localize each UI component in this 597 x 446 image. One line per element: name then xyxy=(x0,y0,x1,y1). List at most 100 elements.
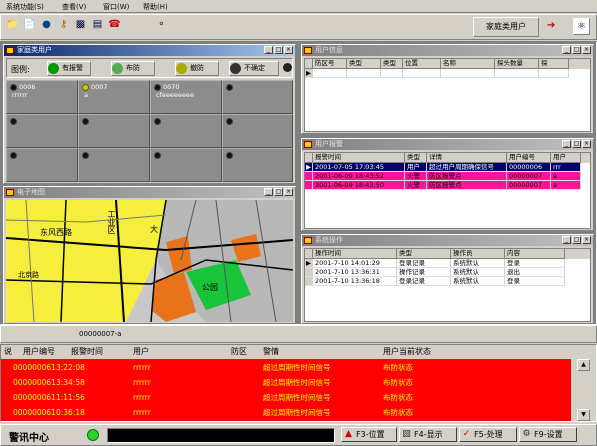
f9-settings-button[interactable]: ⚙ F9-设置 xyxy=(519,427,577,442)
user-cell[interactable]: 0070 cfeeeeeeee xyxy=(150,80,222,114)
user-cell[interactable] xyxy=(222,80,293,114)
minimize-button[interactable]: _ xyxy=(562,46,571,54)
phone-icon[interactable]: ☎ xyxy=(107,18,122,33)
system-log-window: 系统操作 _ □ × 操作时间 类型 操作员 内容 ▶ 2001-7-10 14:01… xyxy=(301,234,594,324)
alarm-row[interactable]: 0000000610:36:18 rrrrrr 超过周期性时间信号 布防状态 xyxy=(1,406,569,420)
vertical-scrollbar[interactable]: ▲ ▼ xyxy=(571,359,596,421)
column-header[interactable]: 报警时间 xyxy=(71,345,103,359)
column-header[interactable]: 操作员 xyxy=(451,249,505,259)
table-row[interactable]: ▶ xyxy=(305,69,590,78)
column-header[interactable]: 操作时间 xyxy=(313,249,397,259)
minimize-button[interactable]: _ xyxy=(264,46,273,54)
user-cell[interactable] xyxy=(150,114,222,148)
maximize-button[interactable]: □ xyxy=(274,188,283,196)
column-header[interactable]: 名称 xyxy=(441,59,495,69)
maximize-button[interactable]: □ xyxy=(274,46,283,54)
menu-help[interactable]: 帮助(H) xyxy=(143,2,168,12)
user-type-button[interactable]: 家庭类用户 xyxy=(473,17,539,37)
user-cell[interactable] xyxy=(222,114,293,148)
window-icon xyxy=(304,141,312,148)
table-row[interactable]: ▶ 2001-7-10 14:01:29 登录记录 系统默认 登录 xyxy=(305,259,590,268)
maximize-button[interactable]: □ xyxy=(572,46,581,54)
user-cell[interactable] xyxy=(78,148,150,182)
menu-window[interactable]: 窗口(W) xyxy=(103,2,129,12)
minimize-button[interactable]: _ xyxy=(562,236,571,244)
column-header[interactable]: 内容 xyxy=(505,249,565,259)
table-row[interactable]: 2001-7-10 13:36:31 操作记录 系统默认 退出 xyxy=(305,268,590,277)
help-icon[interactable]: ⚬ xyxy=(154,18,169,33)
f5-handle-button[interactable]: ✓ F5-处理 xyxy=(459,427,517,442)
user-cell[interactable] xyxy=(6,148,78,182)
user-cell[interactable]: 0006 rrrrrr xyxy=(6,80,78,114)
window-icon[interactable]: ▩ xyxy=(73,18,88,33)
map-canvas[interactable]: 工业区 东风西路 大 公园 北京路 xyxy=(6,200,293,322)
column-header[interactable]: 用户编号 xyxy=(23,345,55,359)
column-header[interactable]: 探 xyxy=(539,59,569,69)
document-icon[interactable]: 📄 xyxy=(22,18,37,33)
legend-alarm-label: 有报警 xyxy=(62,64,83,72)
column-header[interactable]: 类型 xyxy=(347,59,381,69)
alarm-row[interactable]: 0000000613:34:58 rrrrrr 超过周期性时间信号 布防状态 xyxy=(1,376,569,390)
close-button[interactable]: × xyxy=(284,46,293,54)
table-row[interactable]: 2001-7-10 13:36:18 登录记录 系统默认 登录 xyxy=(305,277,590,286)
window-icon xyxy=(6,189,14,196)
user-cell[interactable] xyxy=(78,114,150,148)
scroll-down-button[interactable]: ▼ xyxy=(577,409,590,421)
f4-display-button[interactable]: ▧ F4-显示 xyxy=(399,427,457,442)
legend-alarm-button[interactable]: 有报警 xyxy=(47,61,91,76)
column-header[interactable]: 探头数量 xyxy=(495,59,539,69)
display-icon: ▧ xyxy=(402,429,411,439)
user-cell[interactable] xyxy=(150,148,222,182)
minimize-button[interactable]: _ xyxy=(562,140,571,148)
table-row[interactable]: 2001-06-09 18:43:50 火警 防区报警点 00000007 a xyxy=(305,181,590,190)
alarm-status: 布防状态 xyxy=(383,363,413,372)
maximize-button[interactable]: □ xyxy=(572,140,581,148)
column-header[interactable]: 类型 xyxy=(381,59,403,69)
user-cell[interactable]: 0007 a xyxy=(78,80,150,114)
column-header[interactable]: 说 xyxy=(4,345,12,359)
menu-view[interactable]: 查看(V) xyxy=(62,2,86,12)
status-bar: 警讯中心 ▲ F3-位置 ▧ F4-显示 ✓ F5-处理 ⚙ F9-设置 xyxy=(0,424,597,446)
column-header[interactable]: 类型 xyxy=(405,153,427,163)
column-header[interactable]: 报警时间 xyxy=(313,153,405,163)
table-row[interactable]: ▶ 2001-07-05 17:03:45 用户 超过用户周期确保信号 00000006… xyxy=(305,163,590,172)
exit-icon[interactable]: ⚛ xyxy=(573,18,590,35)
legend-unknown-button[interactable]: 不确定 xyxy=(229,61,279,76)
f3-locate-button[interactable]: ▲ F3-位置 xyxy=(341,427,397,442)
column-header[interactable]: 防区号 xyxy=(313,59,347,69)
legend-bar: 图例: 有报警 布防 撤防 不确定 xyxy=(6,58,293,78)
column-header[interactable]: 用户当前状态 xyxy=(383,345,431,359)
alarm-detail: 超过周期性时间信号 xyxy=(263,363,331,372)
column-header[interactable]: 位置 xyxy=(403,59,441,69)
column-header[interactable]: 用户编号 xyxy=(507,153,551,163)
settings-icon[interactable] xyxy=(283,63,292,72)
close-button[interactable]: × xyxy=(582,140,591,148)
user-cell[interactable] xyxy=(222,148,293,182)
alarm-detail: 超过周期性时间信号 xyxy=(263,378,331,387)
alarm-row[interactable]: 0000000613:22:08 rrrrrr 超过周期性时间信号 布防状态 xyxy=(1,361,569,375)
minimize-button[interactable]: _ xyxy=(264,188,273,196)
f4-label: F4-显示 xyxy=(414,430,443,439)
legend-armed-button[interactable]: 布防 xyxy=(111,61,155,76)
monitor-icon[interactable]: ▤ xyxy=(90,18,105,33)
close-button[interactable]: × xyxy=(582,46,591,54)
column-header[interactable]: 用户 xyxy=(551,153,581,163)
column-header[interactable]: 警情 xyxy=(263,345,279,359)
scroll-up-button[interactable]: ▲ xyxy=(577,359,590,371)
close-button[interactable]: × xyxy=(284,188,293,196)
alarm-row[interactable]: 0000000611:11:56 rrrrrr 超过周期性时间信号 布防状态 xyxy=(1,391,569,405)
arrow-icon[interactable]: ➔ xyxy=(547,20,555,31)
globe-icon[interactable]: ● xyxy=(39,18,54,33)
column-header[interactable]: 类型 xyxy=(397,249,451,259)
close-button[interactable]: × xyxy=(582,236,591,244)
column-header[interactable]: 防区 xyxy=(231,345,247,359)
column-header[interactable]: 详情 xyxy=(427,153,507,163)
maximize-button[interactable]: □ xyxy=(572,236,581,244)
legend-disarmed-button[interactable]: 撤防 xyxy=(175,61,219,76)
table-row[interactable]: 2001-06-09 18:43:52 火警 防区报警点 00000007 a xyxy=(305,172,590,181)
key-icon[interactable]: ⚷ xyxy=(56,18,71,33)
menu-system[interactable]: 系统功能(S) xyxy=(6,2,44,12)
column-header[interactable]: 用户 xyxy=(133,345,149,359)
user-cell[interactable] xyxy=(6,114,78,148)
folder-icon[interactable]: 📁 xyxy=(5,18,20,33)
